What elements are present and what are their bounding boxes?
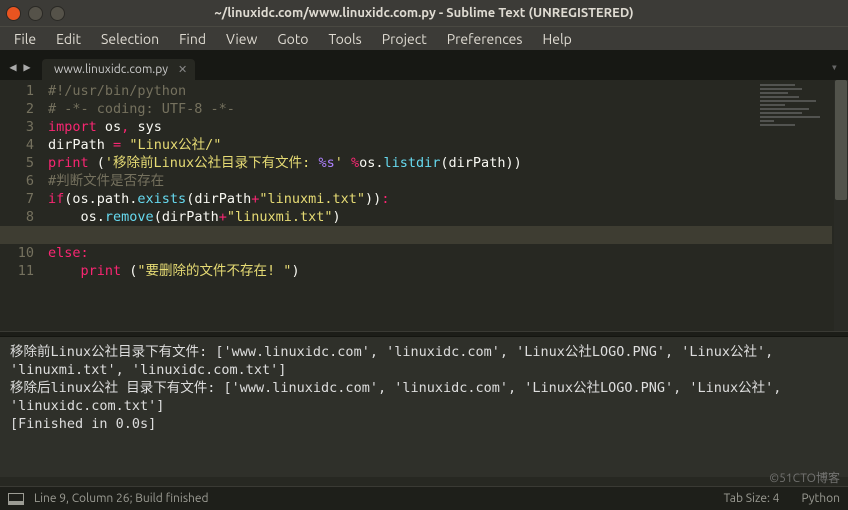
- minimize-window-button[interactable]: [28, 6, 43, 21]
- editor-scrollbar-thumb[interactable]: [835, 80, 847, 200]
- nav-forward-icon[interactable]: ▶: [20, 60, 34, 80]
- current-line-highlight: [0, 226, 832, 244]
- tab-size-selector[interactable]: Tab Size: 4: [724, 492, 780, 505]
- menu-file[interactable]: File: [4, 29, 46, 49]
- build-output-panel[interactable]: 移除前Linux公社目录下有文件: ['www.linuxidc.com', '…: [0, 337, 848, 477]
- code-line[interactable]: else:: [48, 244, 563, 262]
- line-number: 4: [0, 136, 34, 154]
- menu-tools[interactable]: Tools: [319, 29, 372, 49]
- line-number: 11: [0, 262, 34, 280]
- menu-help[interactable]: Help: [532, 29, 581, 49]
- panel-switcher-icon[interactable]: [8, 493, 24, 505]
- code-line[interactable]: print ('移除前Linux公社目录下有文件: %s' %os.listdi…: [48, 154, 563, 172]
- menu-goto[interactable]: Goto: [267, 29, 318, 49]
- tab-file[interactable]: www.linuxidc.com.py ✕: [42, 59, 195, 80]
- code-line[interactable]: #!/usr/bin/python: [48, 82, 563, 100]
- status-bar: Line 9, Column 26; Build finished Tab Si…: [0, 486, 848, 510]
- nav-back-icon[interactable]: ◀: [6, 60, 20, 80]
- menu-find[interactable]: Find: [169, 29, 216, 49]
- titlebar: ~/linuxidc.com/www.linuxidc.com.py - Sub…: [0, 0, 848, 26]
- close-window-button[interactable]: [6, 6, 21, 21]
- line-number: 10: [0, 244, 34, 262]
- code-line[interactable]: import os, sys: [48, 118, 563, 136]
- code-line[interactable]: #判断文件是否存在: [48, 172, 563, 190]
- menu-selection[interactable]: Selection: [91, 29, 169, 49]
- maximize-window-button[interactable]: [50, 6, 65, 21]
- code-line[interactable]: dirPath = "Linux公社/": [48, 136, 563, 154]
- watermark-text: ©51CTO博客: [769, 469, 840, 486]
- menu-edit[interactable]: Edit: [46, 29, 91, 49]
- menu-preferences[interactable]: Preferences: [437, 29, 533, 49]
- line-number: 6: [0, 172, 34, 190]
- tab-label: www.linuxidc.com.py: [54, 63, 168, 76]
- line-number: 5: [0, 154, 34, 172]
- line-number: 3: [0, 118, 34, 136]
- line-number: 1: [0, 82, 34, 100]
- code-area[interactable]: #!/usr/bin/python# -*- coding: UTF-8 -*-…: [48, 80, 563, 331]
- editor-scrollbar-track[interactable]: [834, 80, 848, 331]
- line-number: 8: [0, 208, 34, 226]
- code-editor[interactable]: 1234567891011 #!/usr/bin/python# -*- cod…: [0, 80, 848, 331]
- line-number: 2: [0, 100, 34, 118]
- syntax-selector[interactable]: Python: [801, 492, 840, 505]
- menu-view[interactable]: View: [216, 29, 267, 49]
- code-line[interactable]: # -*- coding: UTF-8 -*-: [48, 100, 563, 118]
- cursor-position[interactable]: Line 9, Column 26; Build finished: [34, 492, 209, 505]
- menu-project[interactable]: Project: [372, 29, 437, 49]
- minimap[interactable]: [760, 82, 830, 202]
- window-title: ~/linuxidc.com/www.linuxidc.com.py - Sub…: [72, 6, 776, 20]
- code-line[interactable]: if(os.path.exists(dirPath+"linuxmi.txt")…: [48, 190, 563, 208]
- line-number: 7: [0, 190, 34, 208]
- menubar: FileEditSelectionFindViewGotoToolsProjec…: [0, 26, 848, 50]
- line-number-gutter: 1234567891011: [0, 80, 48, 331]
- code-line[interactable]: os.remove(dirPath+"linuxmi.txt"): [48, 208, 563, 226]
- tab-overflow-icon[interactable]: ▾: [831, 60, 838, 74]
- close-tab-icon[interactable]: ✕: [178, 63, 187, 76]
- code-line[interactable]: print ("要删除的文件不存在! "): [48, 262, 563, 280]
- tab-row: ◀ ▶ www.linuxidc.com.py ✕ ▾: [0, 50, 848, 80]
